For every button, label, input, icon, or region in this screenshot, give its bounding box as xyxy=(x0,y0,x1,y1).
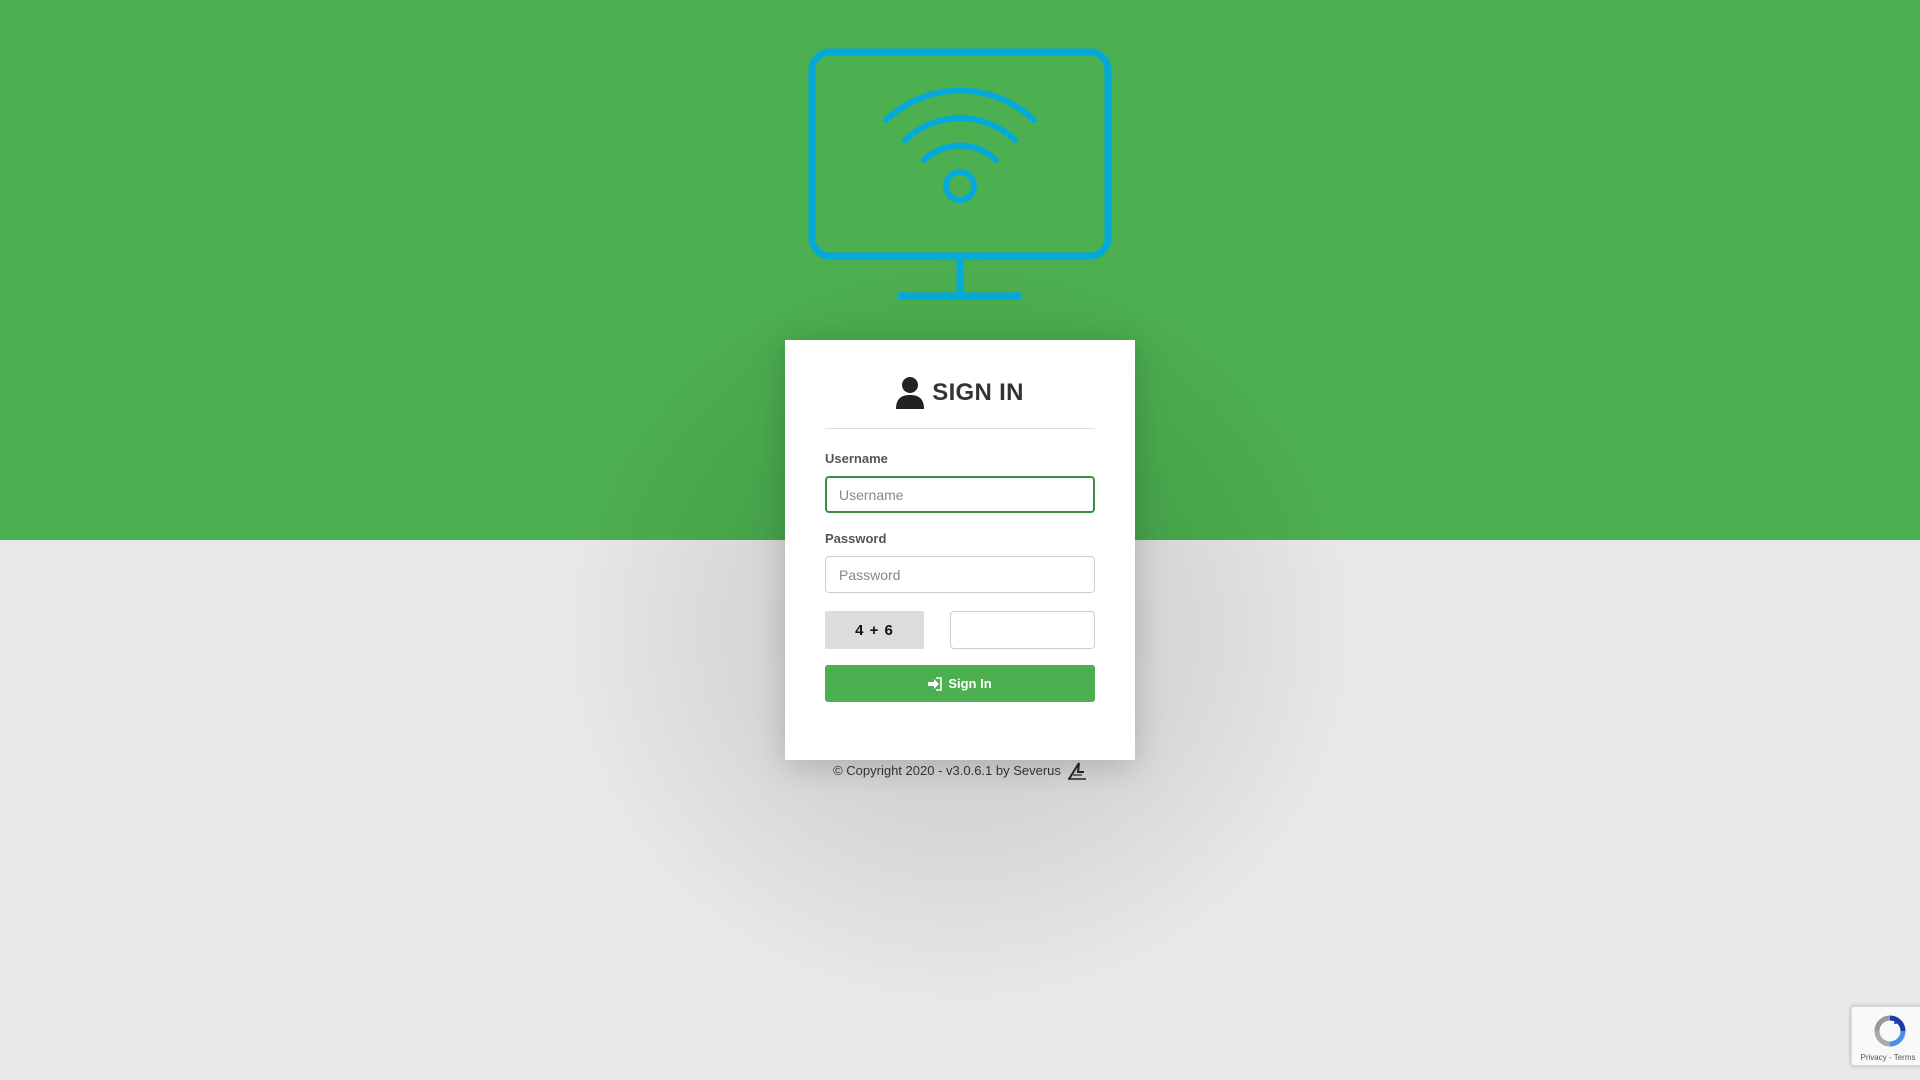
divider xyxy=(825,428,1095,429)
password-group: Password xyxy=(825,531,1095,593)
footer: © Copyright 2020 - v3.0.6.1 by Severus xyxy=(785,760,1135,782)
monitor-wifi-icon xyxy=(808,48,1112,300)
captcha-input[interactable] xyxy=(950,611,1095,649)
username-label: Username xyxy=(825,451,888,466)
password-label: Password xyxy=(825,531,887,546)
page-title: SIGN IN xyxy=(932,379,1024,406)
footer-copyright: © Copyright 2020 - v3.0.6.1 by Severus xyxy=(833,763,1061,778)
signin-card: SIGN IN Username Password 4 + 6 Sign In xyxy=(785,340,1135,760)
severus-logo-icon xyxy=(1067,762,1086,780)
recaptcha-links[interactable]: Privacy - Terms xyxy=(1852,1053,1920,1062)
sign-in-button[interactable]: Sign In xyxy=(825,665,1095,702)
password-input[interactable] xyxy=(825,556,1095,593)
recaptcha-icon xyxy=(1874,1015,1906,1047)
captcha-row: 4 + 6 xyxy=(825,611,1095,649)
username-group: Username xyxy=(825,451,1095,513)
recaptcha-badge[interactable]: Privacy - Terms xyxy=(1851,1006,1920,1066)
user-icon xyxy=(896,377,925,409)
sign-in-icon xyxy=(928,676,943,691)
username-input[interactable] xyxy=(825,476,1095,513)
card-header: SIGN IN xyxy=(825,372,1095,414)
captcha-image: 4 + 6 xyxy=(825,611,924,649)
sign-in-button-label: Sign In xyxy=(948,676,992,691)
